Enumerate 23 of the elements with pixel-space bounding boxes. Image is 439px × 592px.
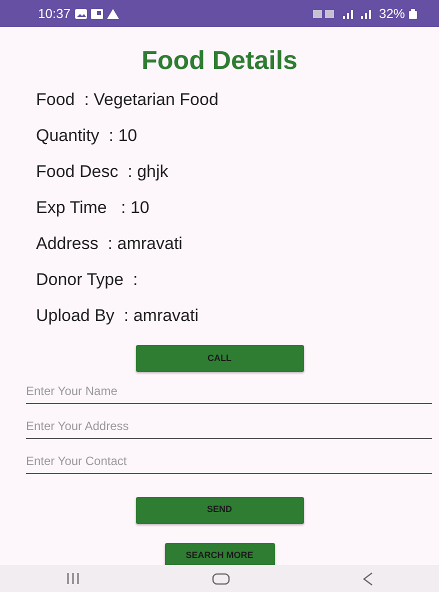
battery-icon bbox=[409, 8, 417, 18]
back-icon[interactable] bbox=[362, 572, 372, 586]
recent-apps-icon[interactable] bbox=[66, 573, 78, 584]
detail-text: Food Desc : ghjk bbox=[35, 162, 170, 182]
input-field[interactable]: Enter Your Address bbox=[26, 417, 432, 440]
clock: 10:37 bbox=[38, 4, 71, 23]
detail-text: Food : Vegetarian Food bbox=[35, 90, 220, 110]
input-field[interactable]: Enter Your Contact bbox=[26, 452, 432, 474]
detail-text: Quantity : 10 bbox=[35, 126, 138, 146]
image-icon bbox=[74, 8, 87, 18]
warning-icon bbox=[106, 8, 119, 18]
gallery-icon bbox=[90, 8, 103, 18]
home-icon[interactable] bbox=[212, 572, 230, 584]
detail-text: Upload By : amravati bbox=[35, 306, 200, 326]
page-title: Food Details bbox=[140, 44, 298, 77]
call-button[interactable]: CALL bbox=[136, 345, 304, 372]
detail-text: Donor Type : bbox=[35, 270, 139, 290]
send-button[interactable]: SEND bbox=[136, 496, 304, 524]
input-field[interactable]: Enter Your Name bbox=[26, 382, 432, 404]
detail-text: Exp Time : 10 bbox=[35, 198, 150, 218]
detail-text: Address : amravati bbox=[35, 234, 184, 254]
search-more-button[interactable]: SEARCH MORE bbox=[164, 542, 274, 565]
battery-level: 32% bbox=[378, 4, 405, 23]
